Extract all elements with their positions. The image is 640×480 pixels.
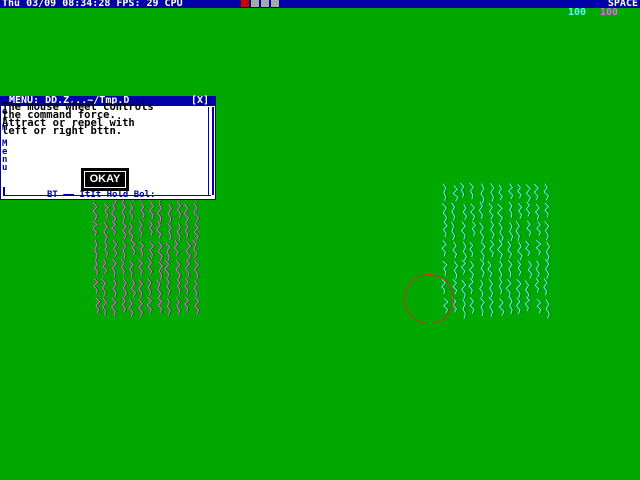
- okay-button[interactable]: OKAY: [81, 168, 129, 191]
- agent-mark: [176, 222, 181, 241]
- agent-mark: [129, 203, 134, 221]
- dialog-message: The mouse wheel controls the command for…: [2, 101, 154, 137]
- agent-mark: [498, 260, 504, 279]
- cpu-meter-segment: [251, 0, 259, 7]
- agent-mark: [185, 258, 191, 278]
- cursor-ring: [404, 274, 454, 324]
- agent-mark: [507, 240, 513, 259]
- agent-mark: [525, 240, 531, 257]
- agent-mark: [157, 203, 163, 223]
- agent-mark: [128, 299, 134, 317]
- cpu-meter-segment: [271, 0, 279, 7]
- okay-button-frame: OKAY: [84, 171, 126, 188]
- agent-mark: [478, 201, 484, 220]
- agent-mark: [469, 261, 475, 279]
- agent-mark: [498, 184, 504, 201]
- agent-mark: [517, 241, 523, 261]
- agent-mark: [534, 277, 540, 293]
- agent-mark: [193, 279, 198, 297]
- agent-mark: [487, 260, 493, 278]
- dialog-status-text: BT —— ItIt Hold Bol:: [47, 190, 156, 200]
- dialog-frame-right: [208, 107, 214, 195]
- cpu-meter-segment: [261, 0, 269, 7]
- cyan-count: 100: [568, 7, 587, 18]
- agent-mark: [166, 298, 171, 316]
- agent-mark: [488, 202, 494, 221]
- agent-mark: [526, 220, 532, 237]
- status-bar: Thu 03/09 08:34:28 FPS: 29 CPU SPACE: [0, 0, 640, 9]
- agent-mark: [149, 201, 155, 220]
- agent-mark: [193, 202, 200, 223]
- agent-mark: [112, 279, 117, 298]
- agent-mark: [184, 277, 189, 295]
- agent-mark: [93, 260, 99, 276]
- agent-mark: [543, 183, 550, 201]
- cpu-meter-segment: [241, 0, 249, 7]
- clock-fps-readout: Thu 03/09 08:34:28 FPS: 29 CPU: [2, 0, 183, 9]
- cpu-meter: [241, 0, 279, 7]
- agent-mark: [468, 277, 474, 295]
- agent-mark: [479, 279, 484, 298]
- agent-mark: [480, 183, 485, 204]
- okay-button-label: OKAY: [89, 173, 121, 185]
- cyan-swarm: [441, 182, 551, 319]
- magenta-count: 100: [600, 7, 619, 18]
- message-dialog: MENU: DD.Z...~/Tmp.D [X] P e r m M e n u…: [0, 95, 216, 200]
